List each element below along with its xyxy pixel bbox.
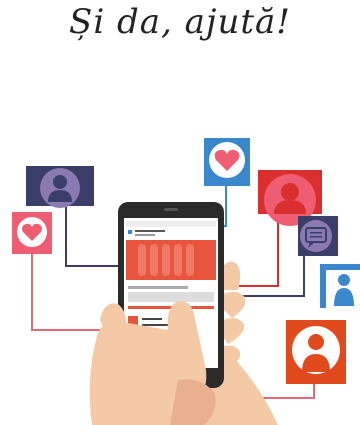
- user-icon: [308, 334, 324, 350]
- user-icon: [338, 274, 350, 286]
- heart-card-pink: [12, 212, 52, 254]
- user-icon: [53, 175, 67, 189]
- user-card-orange: [286, 320, 346, 384]
- user-icon: [281, 183, 299, 201]
- user-card-navy: [26, 166, 94, 208]
- chat-card: [298, 216, 338, 256]
- illustration: [12, 138, 360, 425]
- user-card-blue: [320, 264, 360, 308]
- heart-card-blue: [204, 138, 250, 186]
